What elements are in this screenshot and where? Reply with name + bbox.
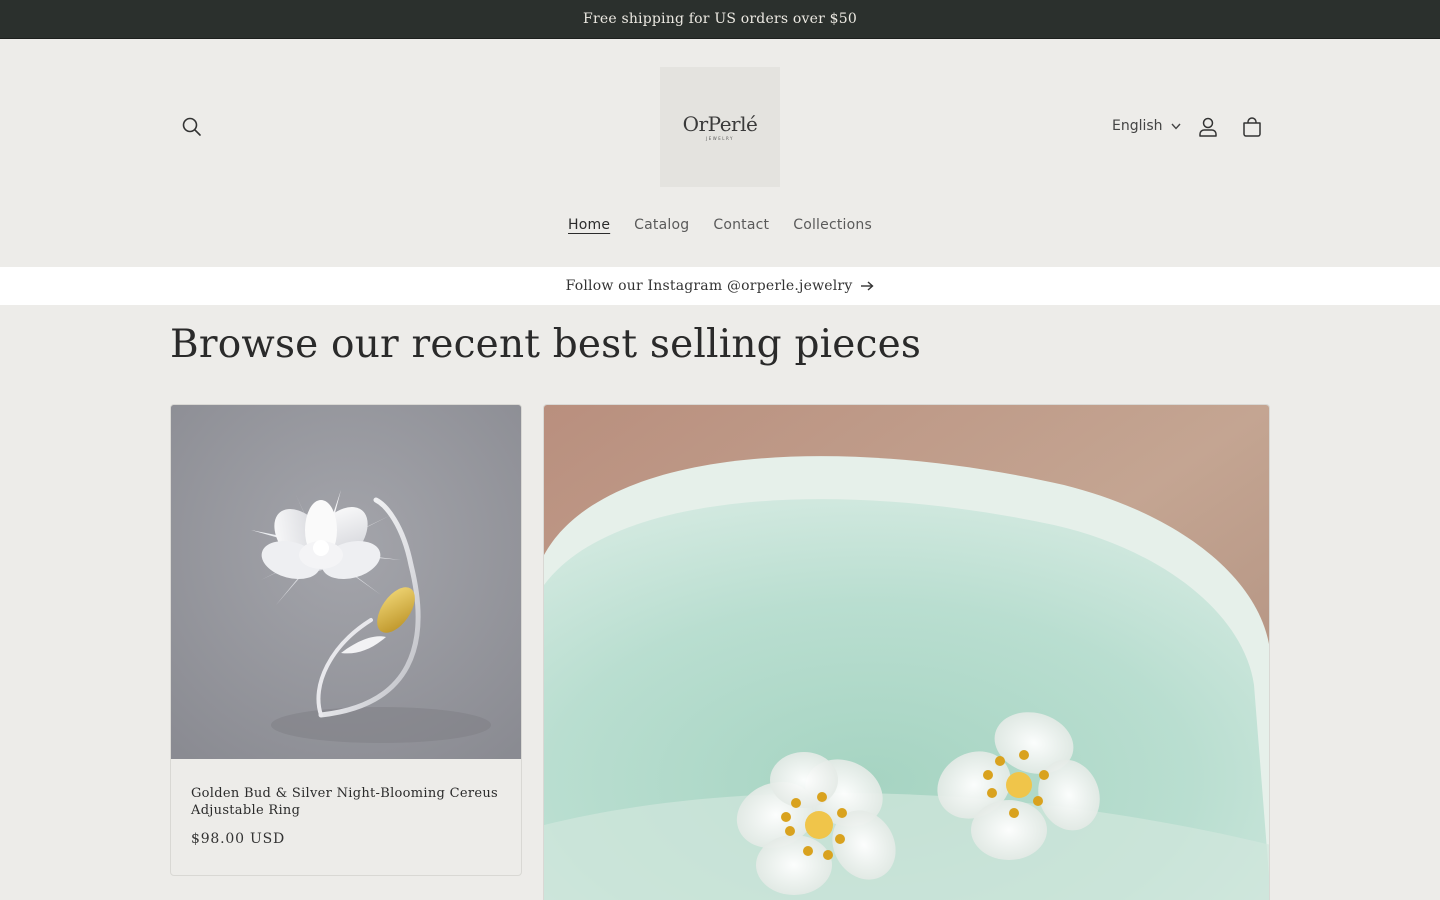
nav-item-collections[interactable]: Collections: [781, 211, 884, 239]
search-button[interactable]: [172, 107, 212, 147]
nav-item-contact[interactable]: Contact: [701, 211, 781, 239]
language-selector[interactable]: English: [1104, 109, 1189, 143]
instagram-link-bar[interactable]: Follow our Instagram @orperle.jewelry: [0, 267, 1440, 305]
instagram-link-text: Follow our Instagram @orperle.jewelry: [565, 278, 853, 294]
arrow-right-icon: [861, 281, 874, 291]
announcement-text: Free shipping for US orders over $50: [583, 11, 857, 27]
cart-button[interactable]: [1232, 107, 1272, 147]
section-title: Browse our recent best selling pieces: [170, 322, 922, 367]
earrings-image: [544, 405, 1269, 900]
chevron-down-icon: [1171, 123, 1181, 130]
language-label: English: [1112, 118, 1163, 134]
account-button[interactable]: [1188, 107, 1228, 147]
product-image[interactable]: [171, 405, 521, 759]
product-price: $98.00 USD: [191, 831, 286, 847]
featured-image-card[interactable]: [543, 404, 1270, 900]
product-card[interactable]: Golden Bud & Silver Night-Blooming Cereu…: [170, 404, 522, 876]
ring-image: [171, 405, 521, 759]
product-title[interactable]: Golden Bud & Silver Night-Blooming Cereu…: [191, 785, 501, 819]
nav-item-home[interactable]: Home: [556, 211, 622, 239]
announcement-bar: Free shipping for US orders over $50: [0, 0, 1440, 39]
nav-item-catalog[interactable]: Catalog: [622, 211, 701, 239]
user-icon: [1199, 117, 1217, 137]
search-icon: [182, 117, 201, 136]
site-header: OrPerlé JEWELRY English Home Catalog Con…: [0, 39, 1440, 267]
cart-icon: [1243, 117, 1261, 137]
logo-wordmark: OrPerlé: [682, 111, 758, 136]
logo-subtext: JEWELRY: [706, 135, 734, 141]
main-nav: Home Catalog Contact Collections: [0, 207, 1440, 243]
store-logo[interactable]: OrPerlé JEWELRY: [660, 67, 780, 187]
